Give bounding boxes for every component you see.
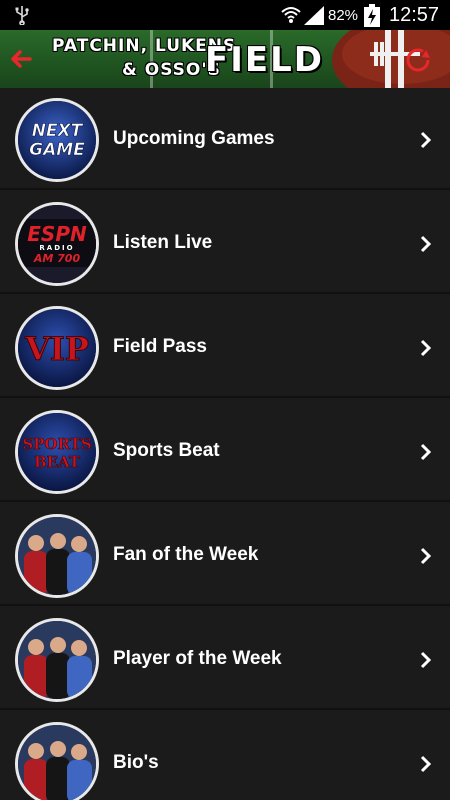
hosts-photo-icon xyxy=(15,618,99,702)
hosts-photo-icon xyxy=(15,514,99,598)
menu-item-label: Upcoming Games xyxy=(113,128,275,149)
divider xyxy=(0,188,450,190)
football-icon xyxy=(332,30,450,88)
chevron-right-icon xyxy=(420,131,432,149)
menu-item-sports-beat[interactable]: SPORTS BEAT Sports Beat xyxy=(0,400,450,502)
sports-beat-icon: SPORTS BEAT xyxy=(15,410,99,494)
header-banner: PATCHIN, LUKENS & OSSO'S FIELD PASS xyxy=(0,30,450,88)
espn-radio-icon: ESPN RADIO AM 700 xyxy=(15,202,99,286)
sports-beat-icon-text-2: BEAT xyxy=(34,453,81,471)
chevron-right-icon xyxy=(420,755,432,773)
menu-item-bios[interactable]: Bio's xyxy=(0,712,450,800)
chevron-right-icon xyxy=(420,651,432,669)
clock: 12:57 xyxy=(389,4,440,26)
chevron-right-icon xyxy=(420,547,432,565)
divider xyxy=(0,396,450,398)
wifi-icon xyxy=(281,7,301,23)
menu-item-label: Field Pass xyxy=(113,336,207,357)
menu-item-label: Bio's xyxy=(113,752,159,773)
chevron-right-icon xyxy=(420,443,432,461)
menu-item-label: Listen Live xyxy=(113,232,213,253)
hosts-photo-icon xyxy=(15,722,99,800)
menu-item-label: Player of the Week xyxy=(113,648,282,669)
next-game-icon-text-2: GAME xyxy=(29,140,85,160)
back-arrow-icon[interactable] xyxy=(6,44,36,74)
espn-icon-text-3: AM 700 xyxy=(33,252,81,265)
divider xyxy=(0,500,450,502)
usb-icon xyxy=(15,6,29,25)
espn-icon-text-1: ESPN xyxy=(27,222,87,246)
divider xyxy=(0,604,450,606)
next-game-icon-text-1: NEXT xyxy=(32,121,84,141)
menu-item-upcoming-games[interactable]: NEXT GAME Upcoming Games xyxy=(0,88,450,190)
espn-icon-text-2: RADIO xyxy=(39,244,74,252)
signal-icon xyxy=(304,6,324,25)
vip-icon: VIP xyxy=(15,306,99,390)
menu-item-listen-live[interactable]: ESPN RADIO AM 700 Listen Live xyxy=(0,192,450,294)
battery-charging-icon xyxy=(364,4,380,27)
chevron-right-icon xyxy=(420,339,432,357)
menu-item-label: Sports Beat xyxy=(113,440,220,461)
divider xyxy=(0,708,450,710)
chevron-right-icon xyxy=(420,235,432,253)
sports-beat-icon-text-1: SPORTS xyxy=(22,435,91,453)
menu-item-player-of-the-week[interactable]: Player of the Week xyxy=(0,608,450,710)
status-bar: 82% 12:57 xyxy=(0,0,450,30)
menu-item-fan-of-the-week[interactable]: Fan of the Week xyxy=(0,504,450,606)
menu-item-label: Fan of the Week xyxy=(113,544,259,565)
vip-icon-text: VIP xyxy=(24,330,89,368)
next-game-icon: NEXT GAME xyxy=(15,98,99,182)
battery-percent: 82% xyxy=(328,7,359,24)
menu-list: NEXT GAME Upcoming Games ESPN RADIO AM 7… xyxy=(0,88,450,800)
menu-item-field-pass[interactable]: VIP Field Pass xyxy=(0,296,450,398)
divider xyxy=(0,292,450,294)
refresh-icon[interactable] xyxy=(404,46,432,74)
